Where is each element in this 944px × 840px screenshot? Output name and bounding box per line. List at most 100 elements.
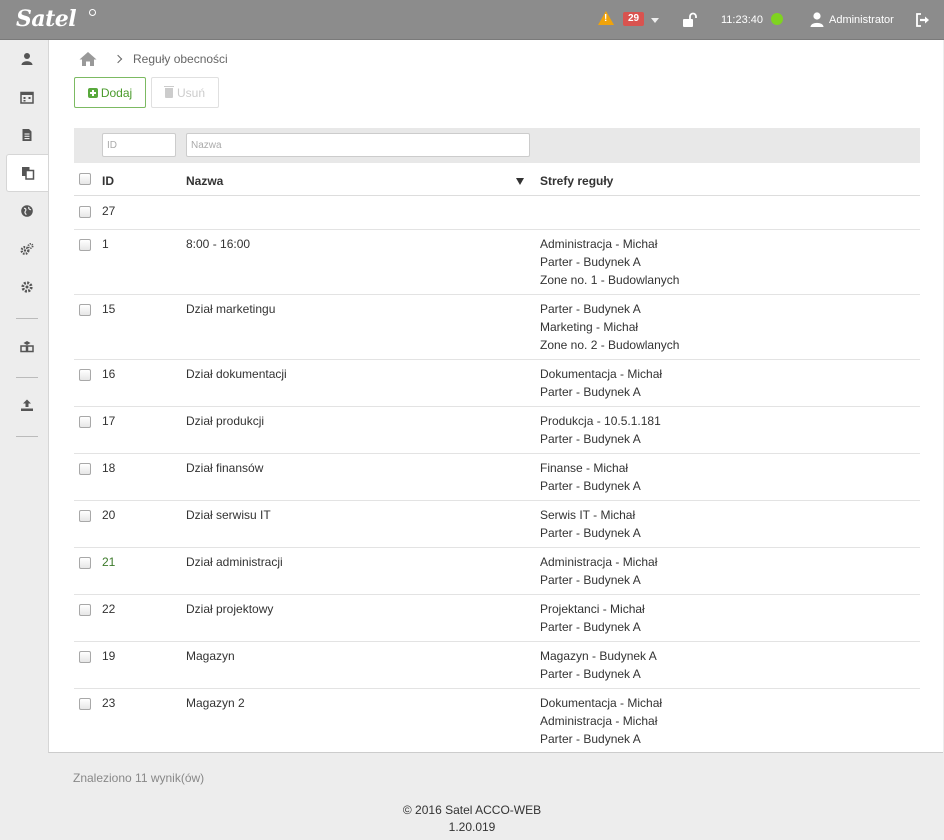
sidebar-item-modules[interactable] <box>6 328 48 366</box>
zone-item: Parter - Budynek A <box>540 667 641 681</box>
row-checkbox[interactable] <box>79 239 91 251</box>
table-row[interactable]: 18 Dział finansów Finanse - Michał Parter -… <box>74 454 920 501</box>
user-icon <box>21 53 33 65</box>
row-checkbox[interactable] <box>79 510 91 522</box>
table-row[interactable]: 23 Magazyn 2 Dokumentacja - Michał Administ… <box>74 689 920 752</box>
delete-button-label: Usuń <box>176 85 205 100</box>
cell-name: Magazyn 2 <box>186 696 245 710</box>
table-row[interactable]: 1 8:00 - 16:00 Administracja - Michał Parte… <box>74 230 920 295</box>
cell-id: 20 <box>102 508 116 522</box>
row-checkbox[interactable] <box>79 304 91 316</box>
zone-item: Parter - Budynek A <box>540 526 641 540</box>
row-checkbox[interactable] <box>79 604 91 616</box>
table-row[interactable]: 21 Dział administracji Administracja - Mic… <box>74 548 920 595</box>
footer-copyright: © 2016 Satel <box>402 803 473 817</box>
cell-zones: Parter - Budynek A Marketing - Michał Zone… <box>540 302 679 356</box>
zone-item: Magazyn - Budynek A <box>540 649 657 663</box>
zone-item: Parter - Budynek A <box>540 732 641 746</box>
sidebar-divider <box>16 436 38 437</box>
table-row[interactable]: 15 Dział marketingu Parter - Budynek A Mark… <box>74 295 920 360</box>
zone-item: Parter - Budynek A <box>540 573 641 587</box>
footer-product: ACCO-WEB <box>475 803 542 817</box>
zone-item: Administracja - Michał <box>540 555 658 569</box>
sidebar-item-configuration[interactable] <box>6 230 48 268</box>
row-checkbox[interactable] <box>79 463 91 475</box>
cell-id: 1 <box>102 237 109 251</box>
column-header-name[interactable]: Nazwa <box>186 174 223 188</box>
cell-id: 15 <box>102 302 116 316</box>
sidebar-item-network[interactable] <box>6 192 48 230</box>
row-checkbox[interactable] <box>79 651 91 663</box>
zone-item: Parter - Budynek A <box>540 255 641 269</box>
table-row[interactable]: 27 <box>74 197 920 230</box>
sidebar-item-upload[interactable] <box>6 386 48 424</box>
sidebar-item-users[interactable] <box>6 40 48 78</box>
home-icon[interactable] <box>79 51 97 67</box>
unlock-icon[interactable] <box>682 12 698 28</box>
id-filter-input[interactable] <box>102 133 176 157</box>
zone-item: Projektanci - Michał <box>540 602 645 616</box>
cell-zones: Dokumentacja - Michał Administracja - Mic… <box>540 696 662 750</box>
column-header-id[interactable]: ID <box>102 174 114 188</box>
row-checkbox[interactable] <box>79 557 91 569</box>
calendar-icon <box>20 91 34 104</box>
cell-name: Dział dokumentacji <box>186 367 287 381</box>
footer-version: 1.20.019 <box>448 820 496 834</box>
sidebar-item-attendance-rules[interactable] <box>6 154 49 192</box>
sidebar-item-schedules[interactable] <box>6 78 48 116</box>
user-name[interactable]: Administrator <box>829 14 894 26</box>
sidebar-divider <box>16 377 38 378</box>
main-panel: Reguły obecności Dodaj Usuń ID Nazwa Str… <box>48 40 943 753</box>
cell-id: 23 <box>102 696 116 710</box>
row-checkbox[interactable] <box>79 369 91 381</box>
zone-item: Parter - Budynek A <box>540 302 641 316</box>
cell-name: 8:00 - 16:00 <box>186 237 251 251</box>
name-filter-input[interactable] <box>186 133 530 157</box>
select-all-checkbox[interactable] <box>79 173 91 185</box>
add-button[interactable]: Dodaj <box>74 77 146 108</box>
globe-icon <box>21 205 33 217</box>
cogs-icon <box>20 243 34 255</box>
cell-zones: Projektanci - Michał Parter - Budynek A <box>540 602 645 638</box>
row-checkbox[interactable] <box>79 416 91 428</box>
row-checkbox[interactable] <box>79 698 91 710</box>
cell-name: Magazyn <box>186 649 235 663</box>
table-row[interactable]: 19 Magazyn Magazyn - Budynek A Parter - Bud… <box>74 642 920 689</box>
cell-id: 27 <box>102 204 116 218</box>
table-row[interactable]: 20 Dział serwisu IT Serwis IT - Michał Part… <box>74 501 920 548</box>
cell-name: Dział finansów <box>186 461 264 475</box>
cell-zones: Produkcja - 10.5.1.181 Parter - Budynek A <box>540 414 661 450</box>
cell-name: Dział marketingu <box>186 302 276 316</box>
cell-zones: Administracja - Michał Parter - Budynek A… <box>540 237 679 291</box>
table-row[interactable]: 16 Dział dokumentacji Dokumentacja - Micha… <box>74 360 920 407</box>
sidebar-item-settings[interactable] <box>6 268 48 306</box>
filter-bar <box>74 128 920 163</box>
logout-icon[interactable] <box>915 12 931 28</box>
user-icon[interactable] <box>810 12 824 27</box>
sidebar-item-reports[interactable] <box>6 116 48 154</box>
cell-id: 18 <box>102 461 116 475</box>
cell-id: 17 <box>102 414 116 428</box>
results-count: Znaleziono 11 wynik(ów) <box>73 771 205 785</box>
column-header-zones[interactable]: Strefy reguły <box>540 174 613 188</box>
cell-name: Dział produkcji <box>186 414 265 428</box>
warning-icon[interactable] <box>598 11 614 25</box>
sidebar-divider <box>16 318 38 319</box>
zone-item: Serwis IT - Michał <box>540 508 636 522</box>
add-button-label: Dodaj <box>100 85 133 100</box>
table-header: ID Nazwa Strefy reguły <box>74 163 920 196</box>
gear-icon <box>21 281 33 293</box>
sort-down-icon[interactable] <box>516 178 524 185</box>
zone-item: Administracja - Michał <box>540 237 658 251</box>
footer: © 2016 Satel ACCO-WEB 1.20.019 <box>0 802 944 836</box>
cubes-icon <box>20 341 34 353</box>
cell-name: Dział administracji <box>186 555 283 569</box>
alerts-badge[interactable]: 29 <box>623 12 644 26</box>
chevron-down-icon[interactable] <box>651 18 659 23</box>
table-row[interactable]: 17 Dział produkcji Produkcja - 10.5.1.181 P… <box>74 407 920 454</box>
logo-mark-icon <box>89 9 96 16</box>
row-checkbox[interactable] <box>79 206 91 218</box>
zone-item: Dokumentacja - Michał <box>540 367 663 381</box>
table-row[interactable]: 22 Dział projektowy Projektanci - Michał Pa… <box>74 595 920 642</box>
delete-button[interactable]: Usuń <box>151 77 219 108</box>
